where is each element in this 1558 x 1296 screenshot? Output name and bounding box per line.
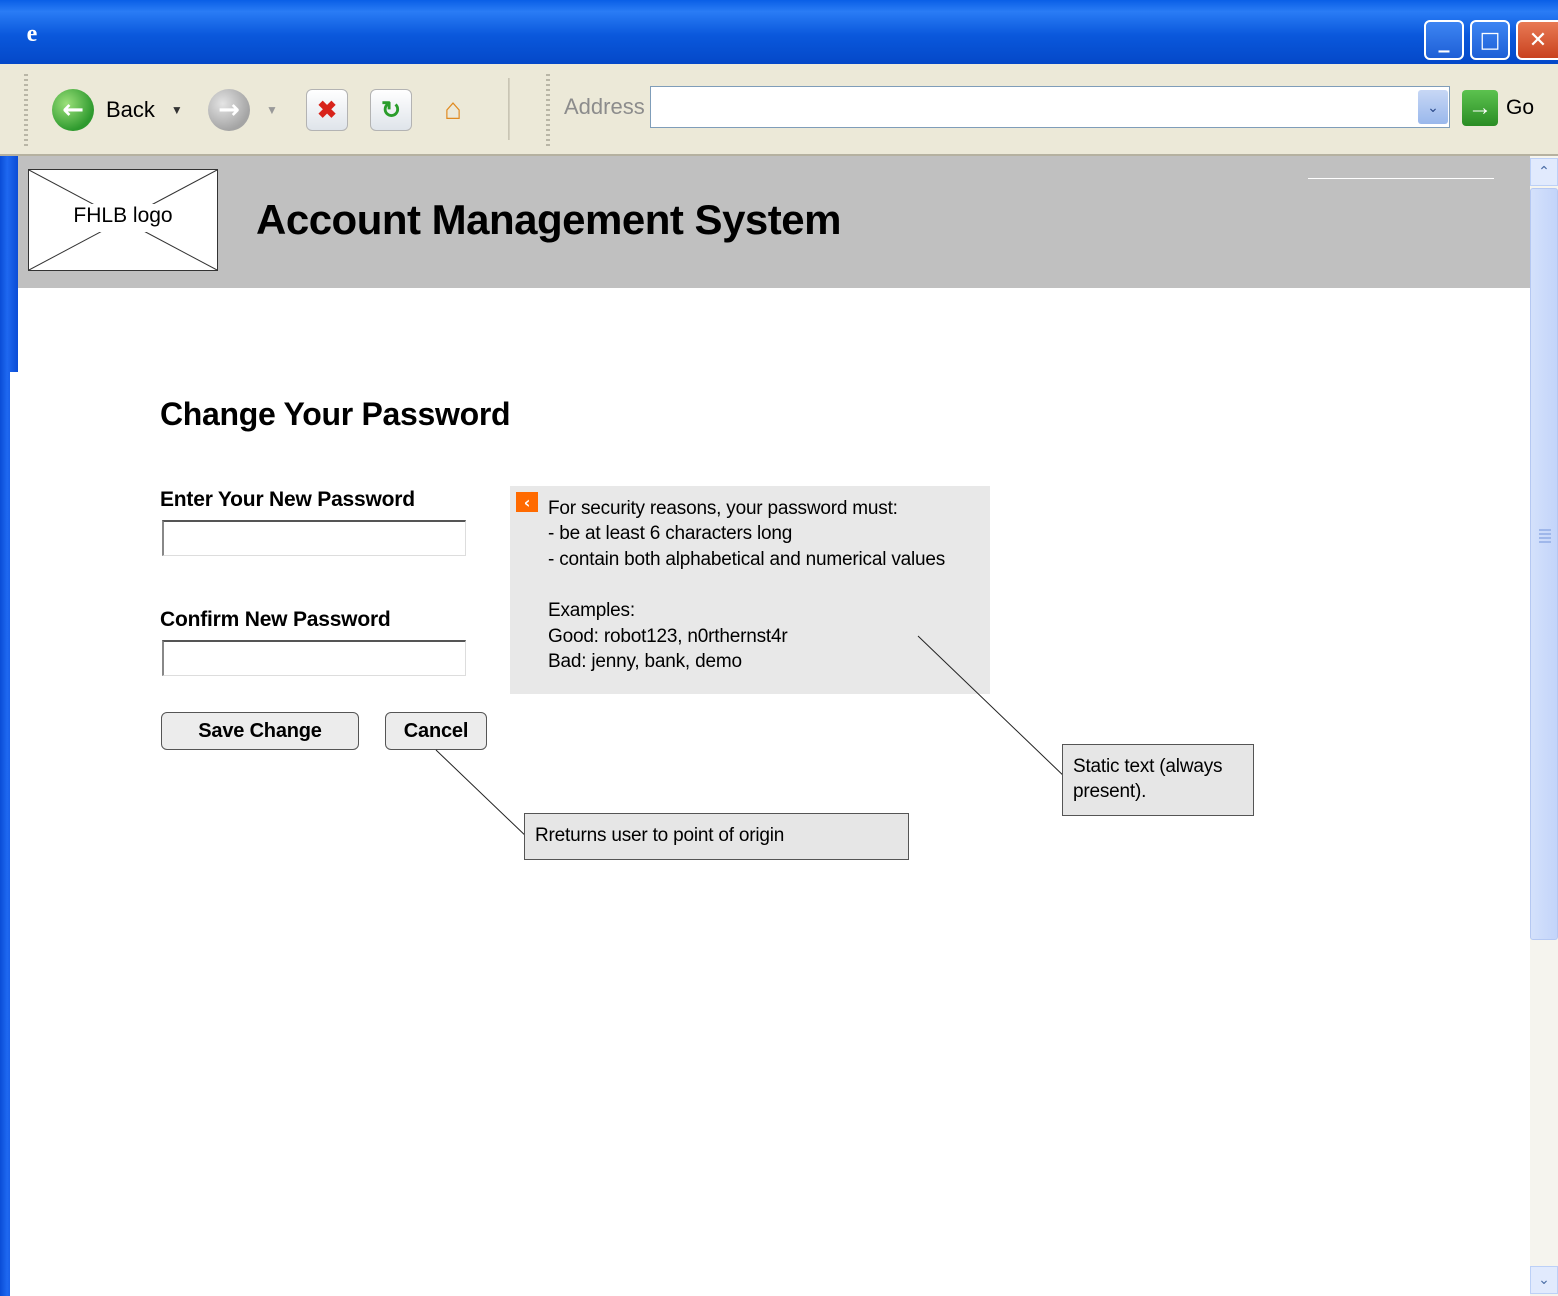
examples-heading: Examples: bbox=[548, 600, 635, 621]
header-divider bbox=[1308, 178, 1494, 179]
close-button[interactable]: ✕ bbox=[1516, 20, 1558, 60]
cancel-annotation: Rreturns user to point of origin bbox=[524, 813, 909, 860]
rule-length: - be at least 6 characters long bbox=[548, 523, 793, 544]
back-arrow-icon: ← bbox=[52, 89, 94, 131]
stop-button[interactable]: ✖ bbox=[306, 89, 348, 131]
back-button[interactable]: ← Back ▼ bbox=[52, 89, 183, 131]
scroll-up-icon[interactable]: ⌃ bbox=[1530, 158, 1558, 186]
confirm-password-label: Confirm New Password bbox=[160, 608, 391, 631]
bad-examples: Bad: jenny, bank, demo bbox=[548, 651, 742, 672]
cancel-button[interactable]: Cancel bbox=[385, 712, 487, 750]
rule-alphanumeric: - contain both alphabetical and numerica… bbox=[548, 549, 946, 570]
forward-button[interactable]: → ▼ bbox=[208, 89, 278, 131]
vertical-scrollbar[interactable]: ⌃ ⌄ bbox=[1530, 156, 1558, 1296]
address-grip[interactable] bbox=[546, 74, 550, 146]
window-titlebar: e bbox=[0, 0, 1558, 64]
maximize-button[interactable]: □ bbox=[1470, 20, 1510, 60]
confirm-password-input[interactable] bbox=[162, 640, 466, 676]
home-icon: ⌂ bbox=[443, 93, 463, 126]
scroll-thumb-grip bbox=[1539, 529, 1551, 543]
static-text-annotation: Static text (always present). bbox=[1062, 744, 1254, 816]
new-password-input[interactable] bbox=[162, 520, 466, 556]
address-bar-input[interactable] bbox=[650, 86, 1450, 128]
page-left-margin bbox=[10, 372, 18, 1296]
refresh-icon: ↻ bbox=[370, 89, 412, 131]
home-button[interactable]: ⌂ bbox=[432, 89, 474, 131]
collapse-arrow-icon[interactable]: ‹ bbox=[516, 492, 538, 512]
go-button[interactable]: Go bbox=[1506, 96, 1534, 120]
scroll-thumb[interactable] bbox=[1530, 188, 1558, 940]
page-title: Change Your Password bbox=[160, 396, 511, 432]
ie-logo-icon: e bbox=[26, 21, 38, 47]
forward-arrow-icon: → bbox=[208, 89, 250, 131]
address-dropdown-icon[interactable]: ⌄ bbox=[1418, 90, 1448, 124]
back-label: Back bbox=[106, 97, 155, 122]
toolbar-separator bbox=[508, 78, 510, 140]
good-examples: Good: robot123, n0rthernst4r bbox=[548, 626, 788, 647]
minimize-button[interactable]: _ bbox=[1424, 20, 1464, 60]
save-change-button[interactable]: Save Change bbox=[161, 712, 359, 750]
back-dropdown-icon[interactable]: ▼ bbox=[171, 103, 183, 117]
stop-icon: ✖ bbox=[306, 89, 348, 131]
app-title: Account Management System bbox=[256, 196, 841, 243]
forward-dropdown-icon[interactable]: ▼ bbox=[266, 103, 278, 117]
toolbar-grip[interactable] bbox=[24, 74, 28, 146]
new-password-label: Enter Your New Password bbox=[160, 488, 415, 511]
address-label: Address bbox=[564, 94, 645, 119]
go-arrow-icon[interactable]: → bbox=[1462, 90, 1498, 126]
rules-intro: For security reasons, your password must… bbox=[548, 498, 898, 519]
scroll-down-icon[interactable]: ⌄ bbox=[1530, 1266, 1558, 1294]
refresh-button[interactable]: ↻ bbox=[370, 89, 412, 131]
logo-placeholder: FHLB logo bbox=[28, 169, 218, 271]
logo-text: FHLB logo bbox=[69, 204, 177, 232]
